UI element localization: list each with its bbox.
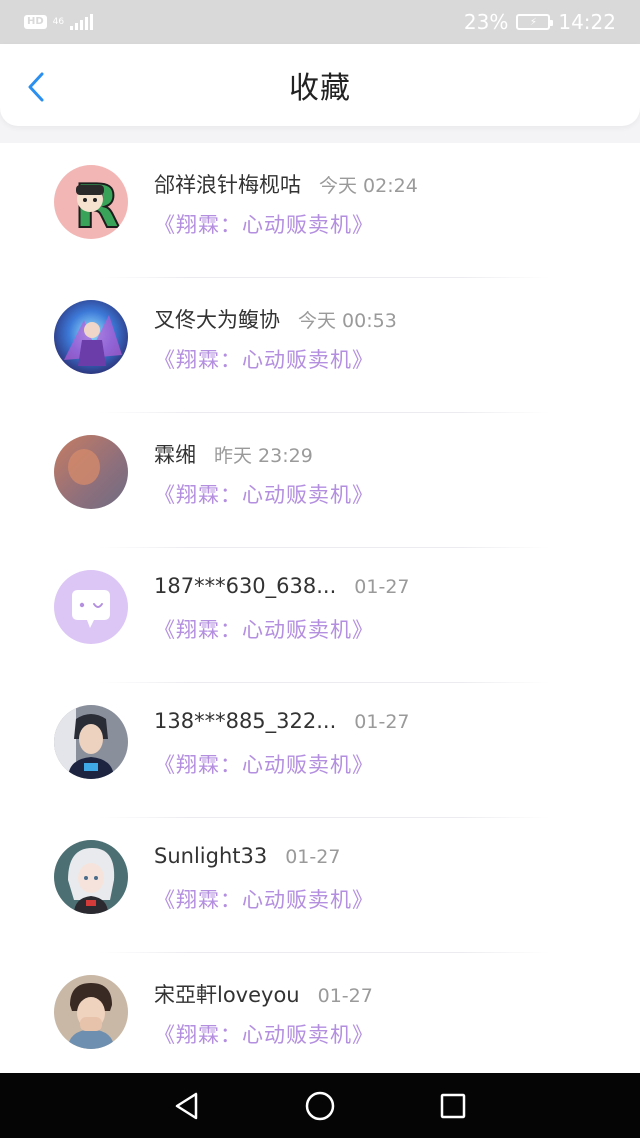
favorites-list: R 郃祥浪针梅枧咕 今天 02:24 《翔霖：心动贩卖机》: [0, 143, 640, 1073]
page-title: 收藏: [289, 71, 351, 106]
user-name: 138***885_322...: [154, 709, 337, 733]
work-title[interactable]: 《翔霖：心动贩卖机》: [154, 749, 410, 779]
work-title[interactable]: 《翔霖：心动贩卖机》: [154, 884, 374, 914]
avatar[interactable]: [54, 705, 128, 779]
avatar[interactable]: R: [54, 165, 128, 239]
work-title[interactable]: 《翔霖：心动贩卖机》: [154, 209, 418, 239]
timestamp: 01-27: [317, 985, 373, 1007]
system-nav-bar: [0, 1073, 640, 1138]
timestamp: 今天 00:53: [298, 310, 397, 332]
status-bar: HD 46 23% ⚡ 14:22: [0, 0, 640, 44]
item-info: 宋亞軒loveyou 01-27 《翔霖：心动贩卖机》: [154, 975, 374, 1049]
circle-home-icon: [305, 1091, 335, 1120]
hd-badge: HD: [24, 15, 47, 29]
user-name: 宋亞軒loveyou: [154, 983, 300, 1007]
item-info: 叉佟大为鳆协 今天 00:53 《翔霖：心动贩卖机》: [154, 300, 397, 374]
list-item[interactable]: 叉佟大为鳆协 今天 00:53 《翔霖：心动贩卖机》: [0, 278, 640, 413]
work-title[interactable]: 《翔霖：心动贩卖机》: [154, 479, 374, 509]
timestamp: 01-27: [354, 711, 410, 733]
item-info: 187***630_638... 01-27 《翔霖：心动贩卖机》: [154, 570, 410, 644]
avatar[interactable]: [54, 570, 128, 644]
user-name: 187***630_638...: [154, 574, 337, 598]
battery-icon: ⚡: [516, 14, 554, 30]
back-button[interactable]: [22, 70, 50, 104]
user-name: 郃祥浪针梅枧咕: [154, 173, 301, 197]
item-info: 138***885_322... 01-27 《翔霖：心动贩卖机》: [154, 705, 410, 779]
work-title[interactable]: 《翔霖：心动贩卖机》: [154, 614, 410, 644]
status-right: 23% ⚡ 14:22: [464, 10, 616, 34]
nav-recents-button[interactable]: [433, 1086, 473, 1126]
chevron-left-icon: [28, 72, 44, 102]
list-item[interactable]: R 郃祥浪针梅枧咕 今天 02:24 《翔霖：心动贩卖机》: [0, 143, 640, 278]
timestamp: 昨天 23:29: [214, 445, 313, 467]
work-title[interactable]: 《翔霖：心动贩卖机》: [154, 344, 397, 374]
list-item[interactable]: 187***630_638... 01-27 《翔霖：心动贩卖机》: [0, 548, 640, 683]
list-item[interactable]: Sunlight33 01-27 《翔霖：心动贩卖机》: [0, 818, 640, 953]
signal-icon: [70, 14, 94, 30]
user-name: 霖缃: [154, 443, 196, 467]
timestamp: 01-27: [285, 846, 341, 868]
avatar[interactable]: [54, 435, 128, 509]
clock: 14:22: [558, 10, 616, 34]
network-type: 46: [52, 16, 65, 27]
avatar[interactable]: [54, 300, 128, 374]
list-item[interactable]: 宋亞軒loveyou 01-27 《翔霖：心动贩卖机》: [0, 953, 640, 1073]
timestamp: 01-27: [354, 576, 410, 598]
square-recents-icon: [441, 1093, 466, 1118]
item-info: 郃祥浪针梅枧咕 今天 02:24 《翔霖：心动贩卖机》: [154, 165, 418, 239]
triangle-back-icon: [175, 1092, 197, 1119]
header: 收藏: [0, 44, 640, 126]
item-info: Sunlight33 01-27 《翔霖：心动贩卖机》: [154, 840, 374, 914]
battery-percent: 23%: [463, 10, 509, 34]
avatar[interactable]: [54, 975, 128, 1049]
avatar[interactable]: [54, 840, 128, 914]
nav-back-button[interactable]: [167, 1086, 207, 1126]
user-name: Sunlight33: [154, 844, 268, 868]
chat-bubble-icon: [54, 570, 128, 644]
user-name: 叉佟大为鳆协: [154, 308, 280, 332]
timestamp: 今天 02:24: [319, 175, 418, 197]
status-left: HD 46: [24, 14, 94, 30]
network-type-label: 46: [52, 16, 65, 27]
list-item[interactable]: 霖缃 昨天 23:29 《翔霖：心动贩卖机》: [0, 413, 640, 548]
work-title[interactable]: 《翔霖：心动贩卖机》: [154, 1019, 374, 1049]
nav-home-button[interactable]: [300, 1086, 340, 1126]
item-info: 霖缃 昨天 23:29 《翔霖：心动贩卖机》: [154, 435, 374, 509]
list-item[interactable]: 138***885_322... 01-27 《翔霖：心动贩卖机》: [0, 683, 640, 818]
